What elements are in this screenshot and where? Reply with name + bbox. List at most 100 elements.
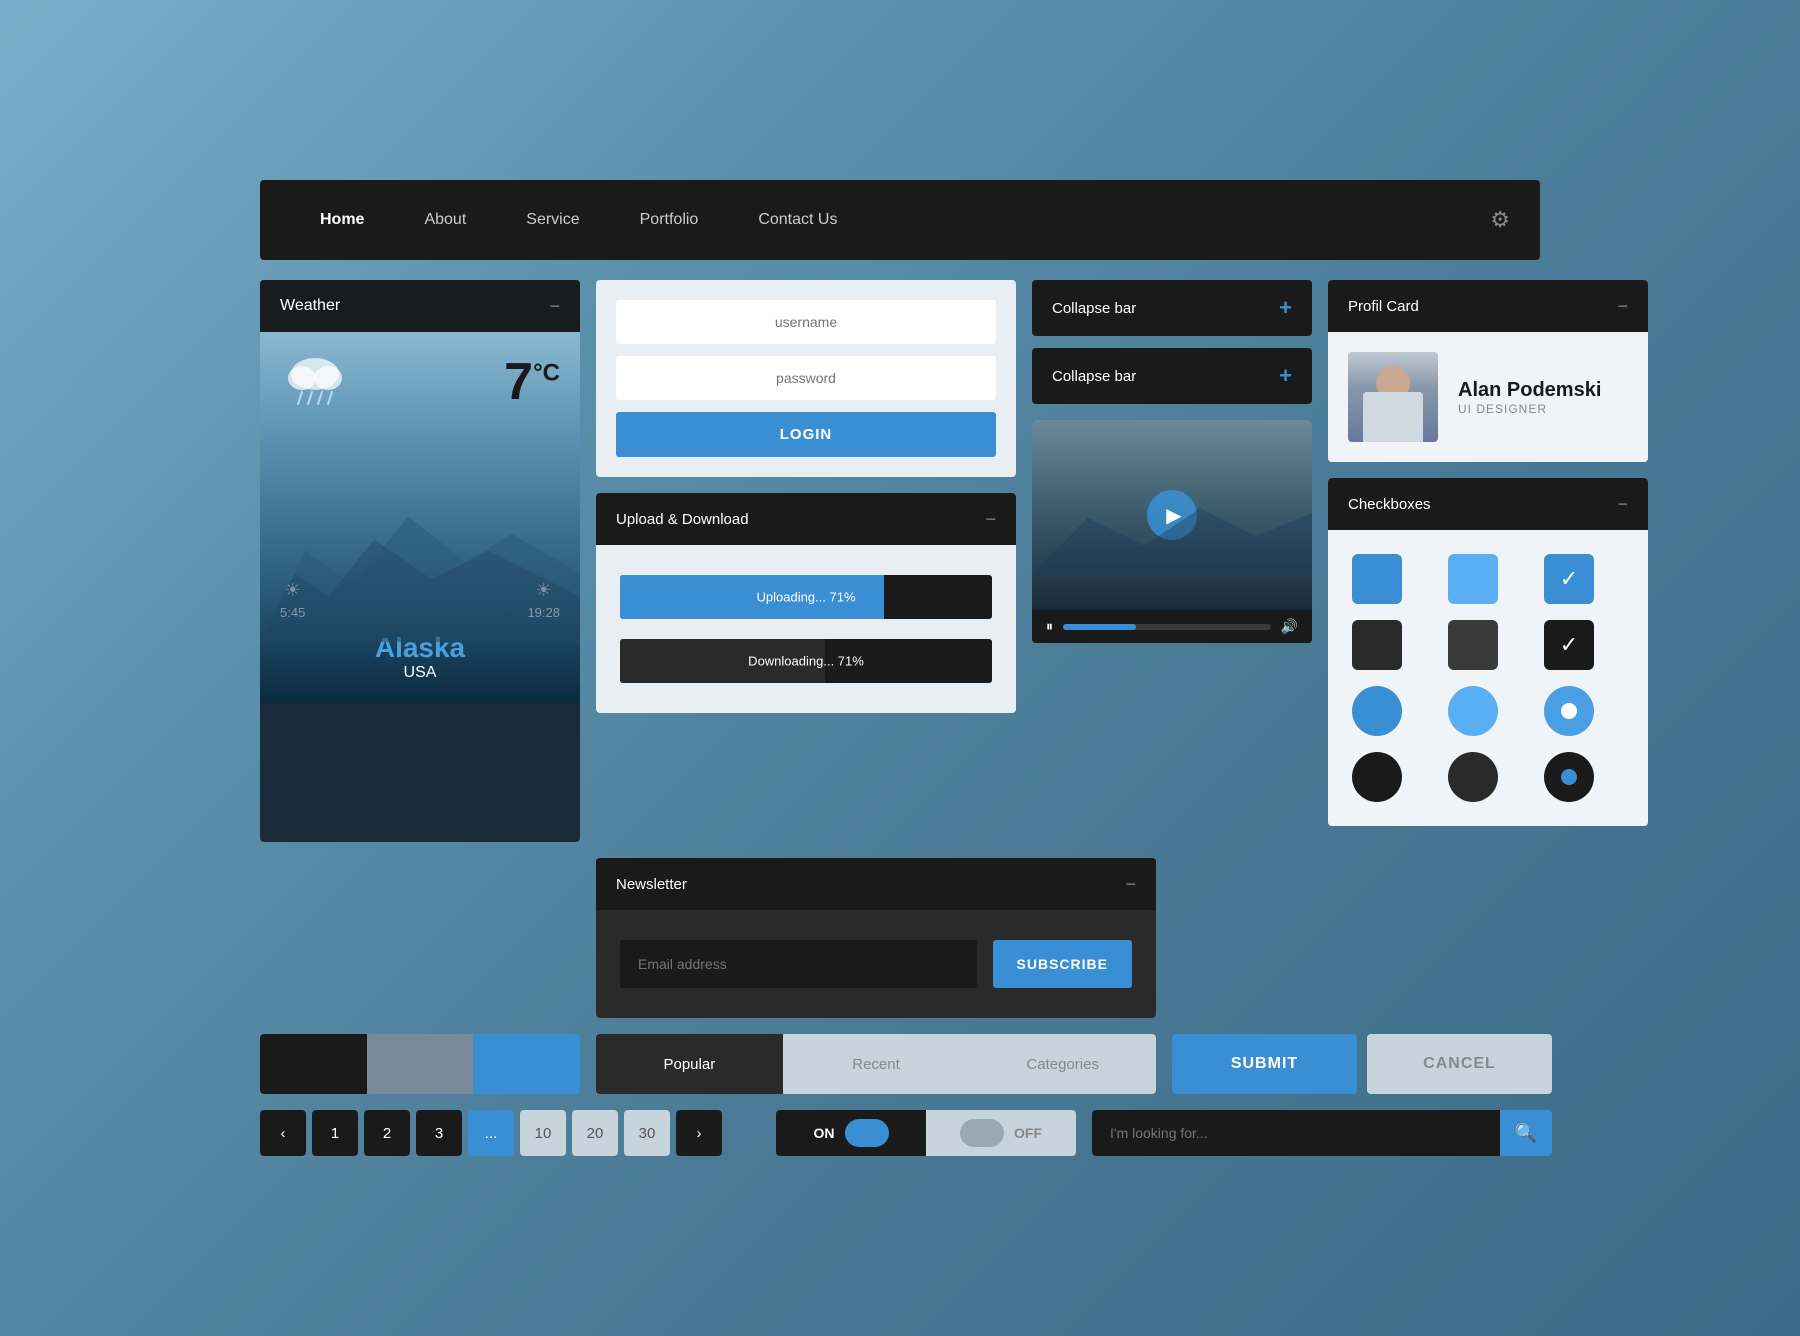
collapse-bar-2[interactable]: Collapse bar +: [1032, 348, 1312, 404]
download-progress-container: Downloading... 71%: [620, 639, 992, 683]
newsletter-title: Newsletter: [616, 876, 687, 893]
upload-content: Uploading... 71% Downloading... 71%: [596, 545, 1016, 713]
upload-label: Uploading... 71%: [756, 590, 855, 605]
profil-panel: Profil Card − Alan Podemski UI DESIGNER: [1328, 280, 1648, 462]
pagination-prev[interactable]: ‹: [260, 1110, 306, 1156]
weather-top: 7°C: [280, 352, 560, 424]
checkboxes-content: ✓ ✓: [1328, 530, 1648, 826]
pagination-page-2[interactable]: 2: [364, 1110, 410, 1156]
checkbox-blue-checked[interactable]: ✓: [1544, 554, 1594, 604]
password-field[interactable]: [616, 356, 996, 400]
collapse-section: Collapse bar + Collapse bar +: [1032, 280, 1312, 404]
mountains-decoration: [1032, 499, 1312, 574]
username-field[interactable]: [616, 300, 996, 344]
collapse-bar-1-label: Collapse bar: [1052, 300, 1136, 317]
search-button[interactable]: 🔍: [1500, 1110, 1552, 1156]
nav-home[interactable]: Home: [290, 180, 394, 260]
newsletter-panel: Newsletter − SUBSCRIBE: [596, 858, 1156, 1018]
tabs-panel: Popular Recent Categories: [596, 1034, 1156, 1094]
swatch-gray: [367, 1034, 474, 1094]
pagination-page-3[interactable]: 3: [416, 1110, 462, 1156]
avatar-image: [1348, 352, 1438, 442]
checkbox-dark-checked[interactable]: ✓: [1544, 620, 1594, 670]
weather-title: Weather: [280, 297, 340, 315]
upload-progress-bar: Uploading... 71%: [620, 575, 992, 619]
checkbox-blue-light[interactable]: [1448, 554, 1498, 604]
avatar: [1348, 352, 1438, 442]
toggle-off-label: OFF: [1014, 1125, 1042, 1141]
gear-icon[interactable]: ⚙: [1490, 207, 1510, 233]
collapse-bar-1-icon: +: [1279, 295, 1292, 321]
color-swatch: [260, 1034, 580, 1094]
tab-recent[interactable]: Recent: [783, 1034, 970, 1094]
newsletter-row: Newsletter − SUBSCRIBE: [260, 858, 1540, 1018]
upload-progress-container: Uploading... 71%: [620, 575, 992, 619]
radio-blue-selected[interactable]: [1544, 686, 1594, 736]
weather-header: Weather −: [260, 280, 580, 332]
weather-temp-value: 7°C: [504, 353, 560, 411]
login-button[interactable]: LOGIN: [616, 412, 996, 457]
pagination-page-30[interactable]: 30: [624, 1110, 670, 1156]
nav-contact[interactable]: Contact Us: [728, 180, 867, 260]
newsletter-content: SUBSCRIBE: [596, 910, 1156, 1018]
main-grid: LOGIN Upload & Download − Uploading... 7…: [260, 280, 1540, 842]
radio-dark-empty[interactable]: [1352, 752, 1402, 802]
collapse-bar-2-icon: +: [1279, 363, 1292, 389]
pagination-page-dots[interactable]: ...: [468, 1110, 514, 1156]
video-pause-icon[interactable]: ⏸: [1046, 618, 1053, 635]
bottom-row-2: ‹ 1 2 3 ... 10 20 30 › ON OFF 🔍: [260, 1110, 1540, 1156]
swatch-dark: [260, 1034, 367, 1094]
rain-cloud-svg: [280, 352, 350, 412]
tab-popular[interactable]: Popular: [596, 1034, 783, 1094]
video-panel: ▶ ⏸ 🔊: [1032, 420, 1312, 643]
newsletter-minus[interactable]: −: [1125, 874, 1136, 895]
submit-button[interactable]: SUBMIT: [1172, 1034, 1357, 1094]
checkbox-dark-unchecked[interactable]: [1352, 620, 1402, 670]
nav-service[interactable]: Service: [496, 180, 609, 260]
checkbox-dark-medium[interactable]: [1448, 620, 1498, 670]
upload-minus[interactable]: −: [985, 509, 996, 530]
cancel-button[interactable]: CANCEL: [1367, 1034, 1552, 1094]
nav-about[interactable]: About: [394, 180, 496, 260]
radio-dark-medium[interactable]: [1448, 752, 1498, 802]
tab-categories[interactable]: Categories: [969, 1034, 1156, 1094]
radio-dark-selected[interactable]: [1544, 752, 1594, 802]
volume-icon[interactable]: 🔊: [1281, 618, 1298, 635]
download-progress-bar: Downloading... 71%: [620, 639, 992, 683]
toggle-on[interactable]: ON: [776, 1110, 926, 1156]
bottom-row-1: Popular Recent Categories SUBMIT CANCEL: [260, 1034, 1540, 1094]
checkboxes-panel: Checkboxes − ✓ ✓: [1328, 478, 1648, 826]
pagination-page-1[interactable]: 1: [312, 1110, 358, 1156]
toggle-on-label: ON: [814, 1125, 835, 1141]
weather-minus[interactable]: −: [549, 296, 560, 317]
checkbox-blue-unchecked[interactable]: [1352, 554, 1402, 604]
email-field[interactable]: [620, 940, 977, 988]
collapse-bar-1[interactable]: Collapse bar +: [1032, 280, 1312, 336]
profil-minus[interactable]: −: [1617, 296, 1628, 317]
pagination-page-20[interactable]: 20: [572, 1110, 618, 1156]
pagination-page-10[interactable]: 10: [520, 1110, 566, 1156]
upload-header: Upload & Download −: [596, 493, 1016, 545]
swatch-blue: [473, 1034, 580, 1094]
newsletter-header: Newsletter −: [596, 858, 1156, 910]
radio-blue-medium[interactable]: [1448, 686, 1498, 736]
video-progress-bar[interactable]: [1063, 624, 1271, 630]
profil-content: Alan Podemski UI DESIGNER: [1328, 332, 1648, 462]
checkboxes-header: Checkboxes −: [1328, 478, 1648, 530]
video-background: ▶: [1032, 420, 1312, 610]
collapse-bar-2-label: Collapse bar: [1052, 368, 1136, 385]
checkboxes-title: Checkboxes: [1348, 496, 1431, 513]
avatar-body: [1363, 392, 1423, 442]
download-label: Downloading... 71%: [748, 654, 864, 669]
radio-blue-empty[interactable]: [1352, 686, 1402, 736]
login-panel: LOGIN: [596, 280, 1016, 477]
toggle-off[interactable]: OFF: [926, 1110, 1076, 1156]
radio-dark-inner-dot: [1561, 769, 1577, 785]
nav-portfolio[interactable]: Portfolio: [610, 180, 729, 260]
weather-cloud-icon: [280, 352, 350, 424]
checkboxes-minus[interactable]: −: [1617, 494, 1628, 515]
search-input[interactable]: [1092, 1110, 1500, 1156]
subscribe-button[interactable]: SUBSCRIBE: [993, 940, 1132, 988]
pagination-next[interactable]: ›: [676, 1110, 722, 1156]
toggle-thumb-off: [960, 1119, 1004, 1147]
